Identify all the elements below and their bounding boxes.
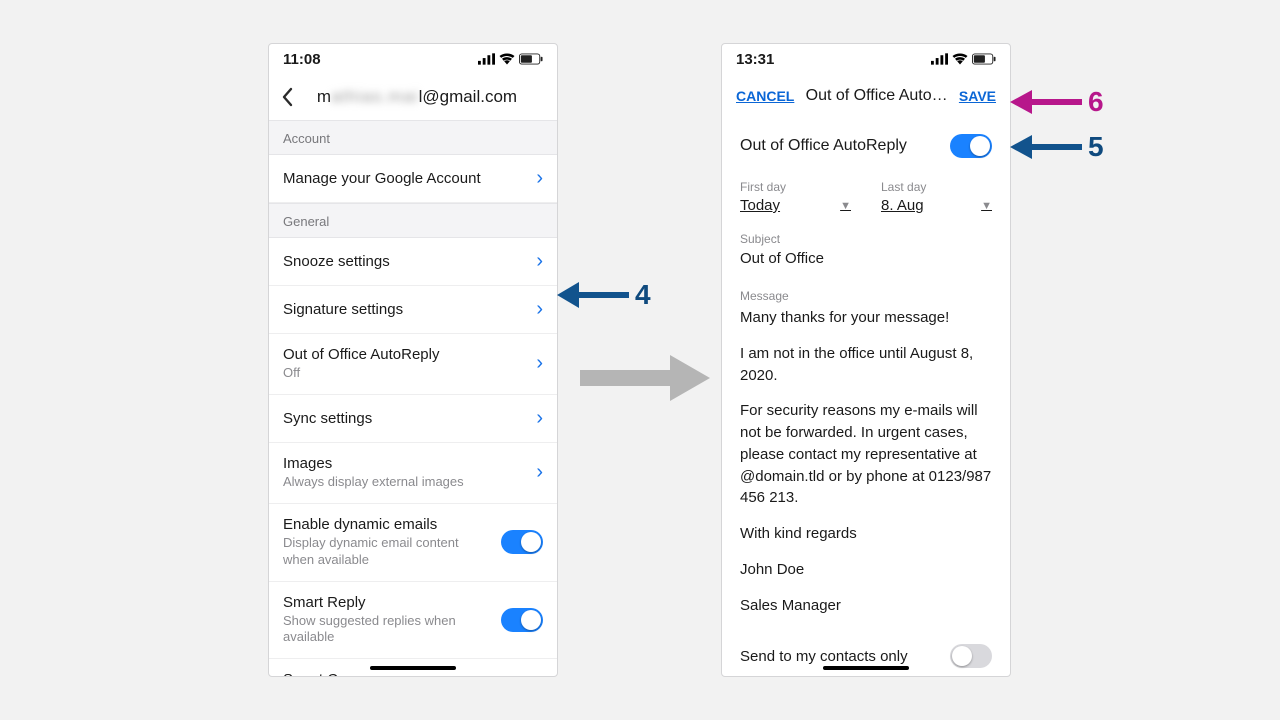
toggle-autoreply[interactable] bbox=[950, 134, 992, 158]
first-day-picker[interactable]: First day Today▼ bbox=[740, 180, 851, 214]
flow-arrow-icon bbox=[580, 355, 710, 401]
battery-icon bbox=[972, 53, 996, 65]
row-autoreply-master: Out of Office AutoReply bbox=[722, 118, 1010, 174]
chevron-right-icon: › bbox=[523, 407, 543, 430]
message-label: Message bbox=[722, 285, 1010, 303]
cancel-button[interactable]: CANCEL bbox=[736, 88, 794, 104]
screen-title: Out of Office Auto… bbox=[794, 87, 959, 105]
message-input[interactable]: Many thanks for your message! I am not i… bbox=[722, 303, 1010, 616]
subject-input[interactable]: Out of Office bbox=[722, 246, 1010, 285]
row-out-of-office[interactable]: Out of Office AutoReply Off › bbox=[269, 334, 557, 395]
last-day-picker[interactable]: Last day 8. Aug▼ bbox=[881, 180, 992, 214]
account-email: mathias.mail@gmail.com bbox=[311, 87, 547, 107]
marker-5: 5 bbox=[1010, 131, 1104, 163]
cellular-icon bbox=[931, 53, 948, 65]
chevron-right-icon: › bbox=[523, 298, 543, 321]
back-button[interactable] bbox=[279, 85, 303, 109]
status-icons bbox=[931, 53, 996, 65]
chevron-right-icon: › bbox=[523, 461, 543, 484]
chevron-left-icon bbox=[279, 87, 295, 107]
arrow-left-icon bbox=[557, 278, 629, 312]
wifi-icon bbox=[499, 53, 515, 65]
status-time: 13:31 bbox=[736, 51, 774, 68]
chevron-right-icon: › bbox=[523, 167, 543, 190]
arrow-left-icon bbox=[1010, 87, 1082, 117]
row-dynamic-emails: Enable dynamic emails Display dynamic em… bbox=[269, 504, 557, 582]
wifi-icon bbox=[952, 53, 968, 65]
marker-6: 6 bbox=[1010, 86, 1104, 118]
out-of-office-screen: 13:31 CANCEL Out of Office Auto… SAVE Ou… bbox=[721, 43, 1011, 677]
chevron-right-icon: › bbox=[523, 352, 543, 375]
cellular-icon bbox=[478, 53, 495, 65]
status-icons bbox=[478, 53, 543, 65]
status-time: 11:08 bbox=[283, 51, 321, 68]
row-images[interactable]: Images Always display external images › bbox=[269, 443, 557, 504]
status-bar: 11:08 bbox=[269, 44, 557, 74]
row-signature-settings[interactable]: Signature settings › bbox=[269, 286, 557, 334]
nav-bar: CANCEL Out of Office Auto… SAVE bbox=[722, 74, 1010, 118]
battery-icon bbox=[519, 53, 543, 65]
subject-label: Subject bbox=[722, 228, 1010, 246]
nav-bar: mathias.mail@gmail.com bbox=[269, 74, 557, 120]
row-manage-account[interactable]: Manage your Google Account › bbox=[269, 155, 557, 203]
home-indicator[interactable] bbox=[823, 666, 909, 670]
dropdown-icon: ▼ bbox=[981, 200, 992, 212]
toggle-send-contacts-only[interactable] bbox=[950, 644, 992, 668]
row-sync-settings[interactable]: Sync settings › bbox=[269, 395, 557, 443]
arrow-left-icon bbox=[1010, 132, 1082, 162]
toggle-dynamic-emails[interactable] bbox=[501, 530, 543, 554]
settings-screen: 11:08 mathias.mail@gmail.com Account Man… bbox=[268, 43, 558, 677]
save-button[interactable]: SAVE bbox=[959, 88, 996, 104]
date-range: First day Today▼ Last day 8. Aug▼ bbox=[722, 174, 1010, 228]
section-general: General bbox=[269, 203, 557, 238]
dropdown-icon: ▼ bbox=[840, 200, 851, 212]
row-snooze-settings[interactable]: Snooze settings › bbox=[269, 238, 557, 286]
chevron-right-icon: › bbox=[523, 250, 543, 273]
section-account: Account bbox=[269, 120, 557, 155]
home-indicator[interactable] bbox=[370, 666, 456, 670]
status-bar: 13:31 bbox=[722, 44, 1010, 74]
toggle-smart-reply[interactable] bbox=[501, 608, 543, 632]
row-smart-reply: Smart Reply Show suggested replies when … bbox=[269, 582, 557, 660]
marker-4: 4 bbox=[557, 278, 651, 312]
